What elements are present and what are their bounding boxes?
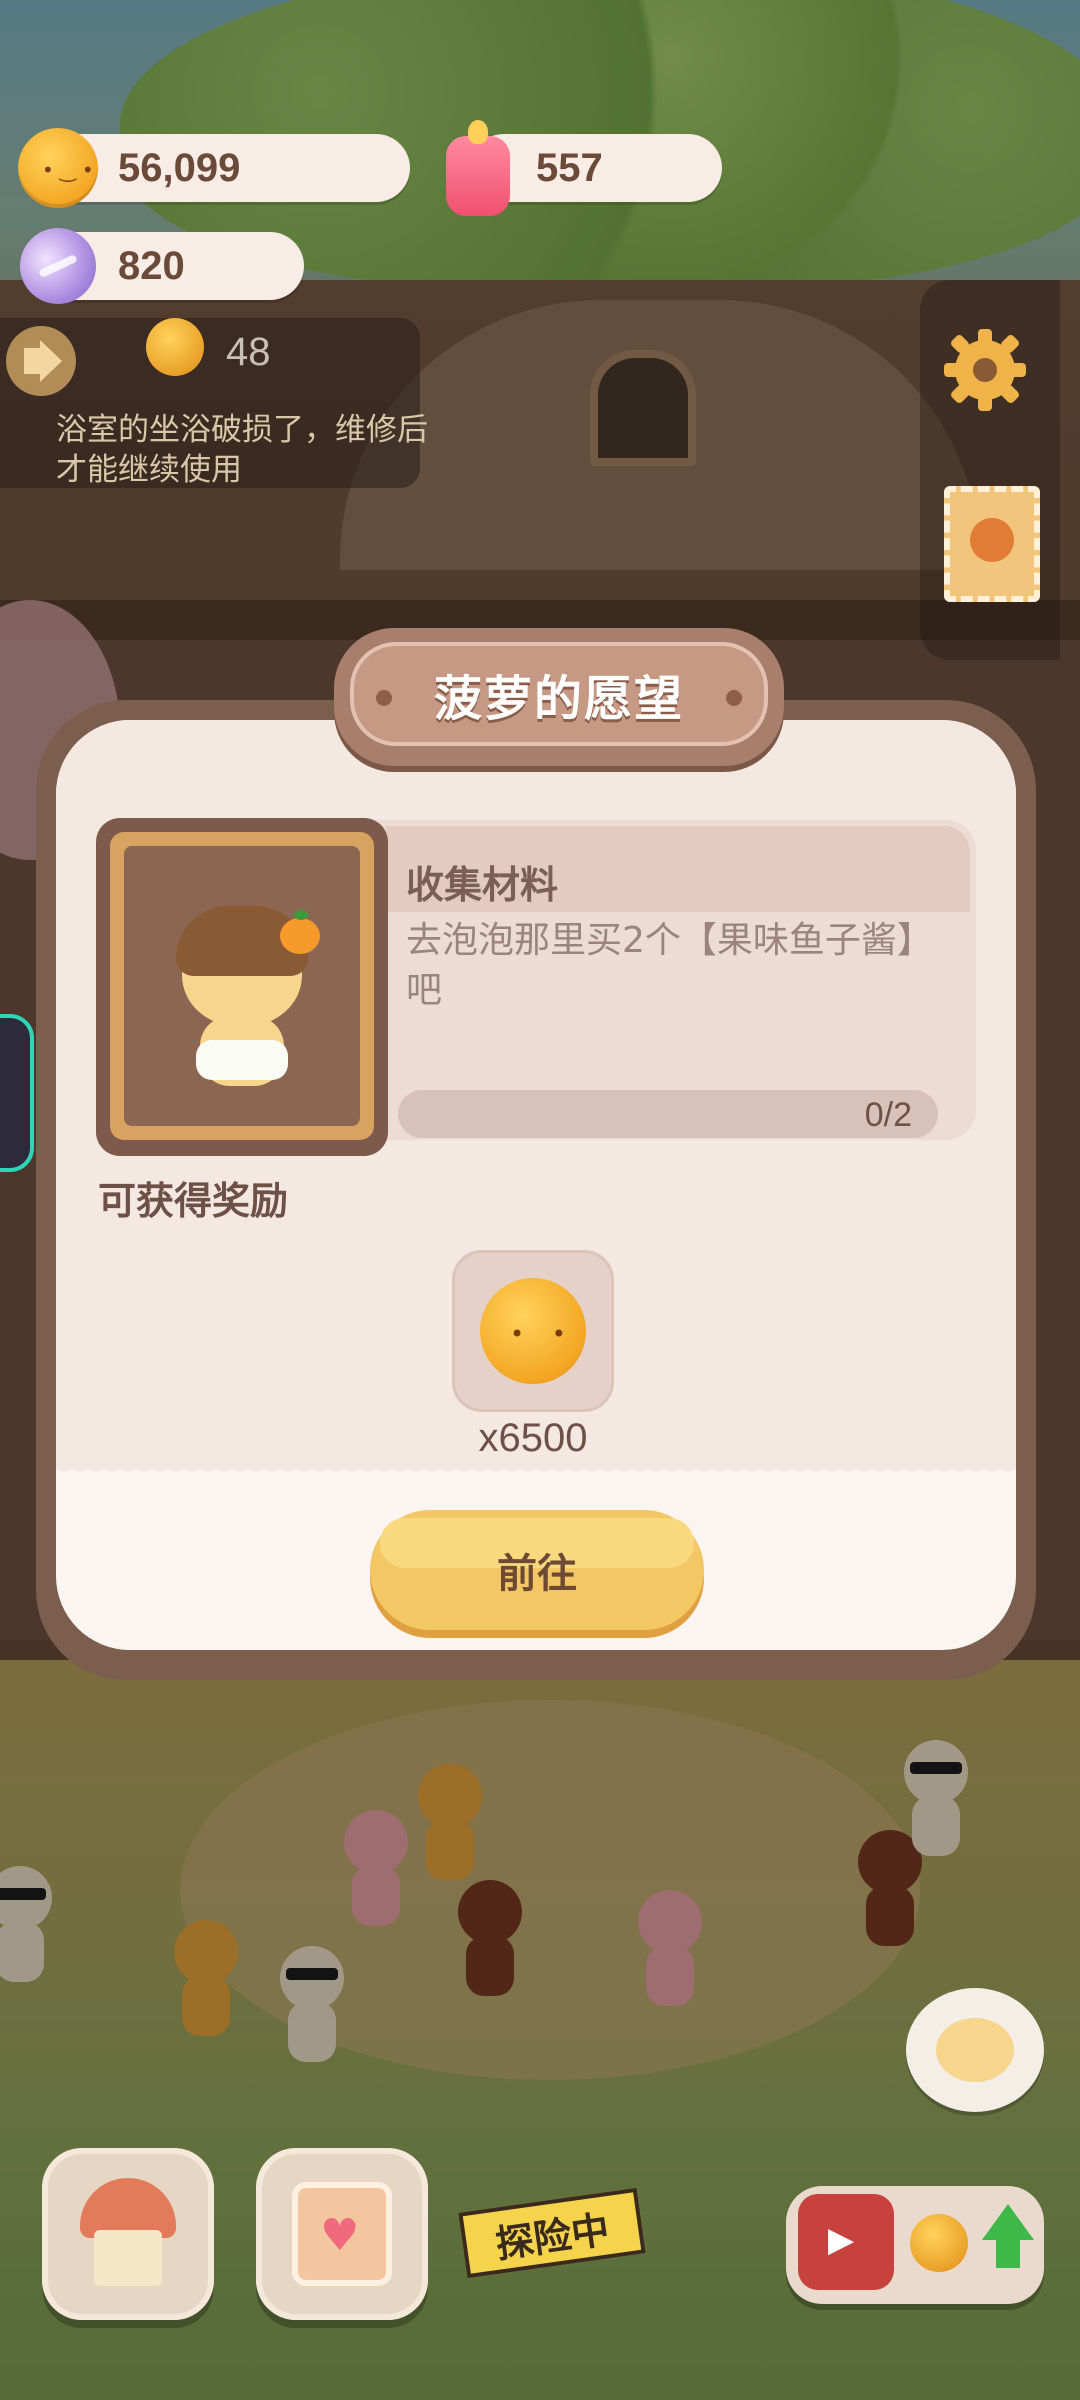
cookie-coin-icon: •‿• [18,128,98,208]
hotel-nav-button[interactable] [42,2148,214,2320]
pineapple-cat-avatar [124,846,360,1126]
ad-reward-panel[interactable] [786,2186,1044,2304]
calendar-heart-icon [292,2182,392,2286]
go-button-label: 前往 [497,1552,577,1596]
reward-count: x6500 [478,1416,588,1460]
explore-label: 探险中 [492,2206,612,2267]
timer-count: 48 [226,330,271,374]
dialog-body: 收集材料 去泡泡那里买2个【果味鱼子酱】吧 0/2 可获得奖励 • • x650… [56,720,1016,1650]
character-portrait [96,818,388,1156]
dialog-title-plate: 菠萝的愿望 [334,628,784,766]
diary-nav-button[interactable] [256,2148,428,2320]
progress-text: 0/2 [864,1096,912,1134]
task-progress-bar: 0/2 [398,1090,938,1138]
task-title: 收集材料 [406,863,559,907]
arrow-up-icon [982,2204,1034,2268]
wish-dialog: 收集材料 去泡泡那里买2个【果味鱼子酱】吧 0/2 可获得奖励 • • x650… [36,628,1036,1680]
orange-icon [280,910,320,954]
cookie-count: 56,099 [118,145,241,190]
reward-item-slot[interactable]: • • [452,1250,614,1412]
candy-count: 820 [118,243,185,288]
hotel-icon [80,2178,176,2288]
tv-icon [798,2194,894,2290]
notice-text: 浴室的坐浴破损了，维修后才能继续使用 [56,412,428,488]
chat-bubble-avatar[interactable] [906,1988,1044,2112]
dialog-title: 菠萝的愿望 [433,671,684,727]
reward-label: 可获得奖励 [98,1179,289,1223]
go-button[interactable]: 前往 [370,1510,704,1630]
candle-icon [446,120,510,216]
task-description: 去泡泡那里买2个【果味鱼子酱】吧 [406,920,915,1011]
speaker-icon[interactable] [6,326,76,396]
cookie-timer-icon [146,318,204,376]
stamp-icon[interactable] [944,486,1040,602]
left-edge-tab[interactable] [0,1014,34,1172]
cookie-coin-icon [910,2214,968,2272]
explore-nav-button[interactable]: 探险中 [458,2150,646,2320]
cookie-coin-icon: • • [480,1278,586,1384]
candle-count: 557 [536,145,603,190]
settings-gear-icon[interactable] [940,325,1030,415]
